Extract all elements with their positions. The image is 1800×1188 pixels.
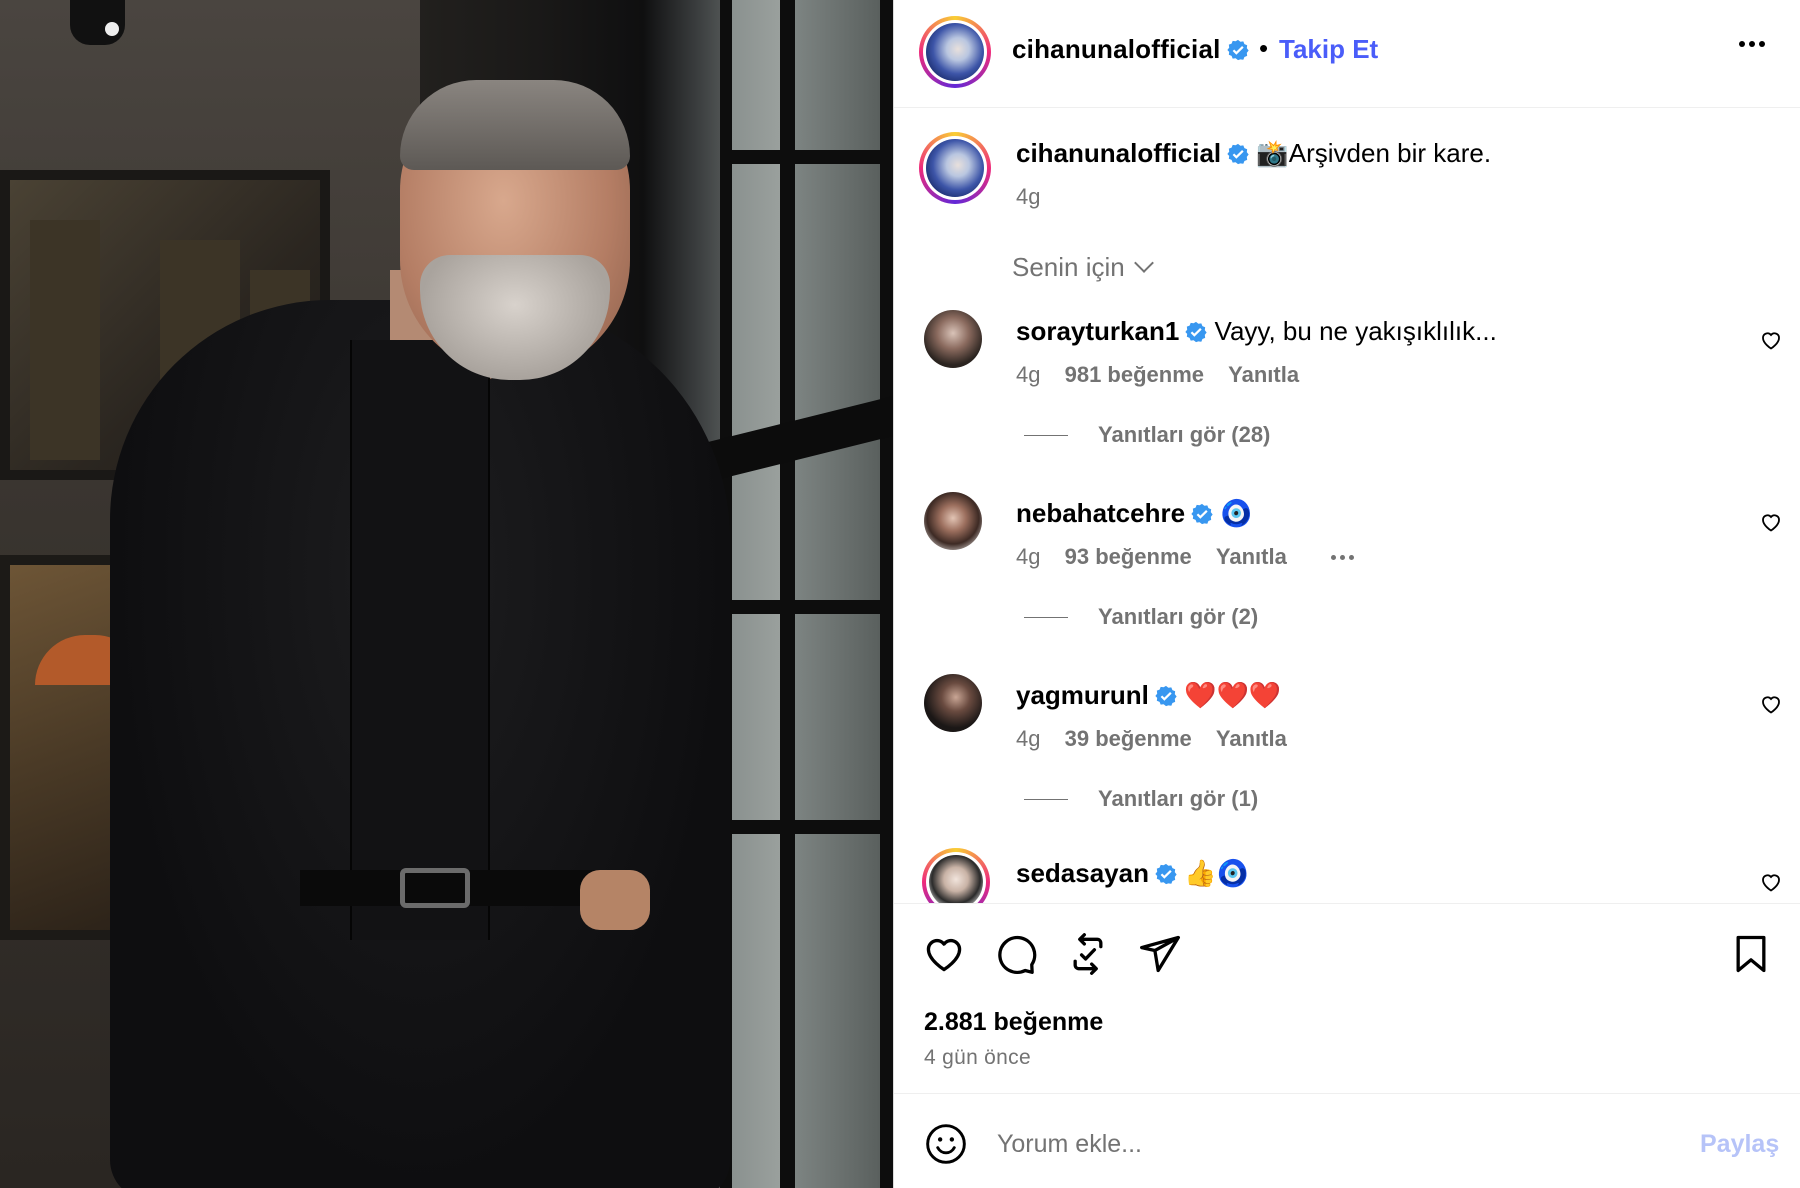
comment-composer: Paylaş [894,1093,1800,1188]
photo-person [100,40,740,1188]
comment-meta: 4g 93 beğenme Yanıtla [1016,544,1376,570]
photo-window-bar [720,600,893,614]
comment-like-icon[interactable] [1759,510,1783,534]
comment-text: sorayturkan1 Vayy, bu ne yakışıklılık... [1016,316,1497,347]
comment-like-icon[interactable] [1759,692,1783,716]
comment-text: yagmurunl ❤️❤️❤️ [1016,680,1281,711]
view-replies-label[interactable]: Yanıtları gör (28) [1098,422,1270,447]
author-avatar[interactable] [919,16,991,88]
author-username-text[interactable]: cihanunalofficial [1012,34,1221,64]
post-dialog: cihanunalofficial • Takip Et cihanunalof… [0,0,1800,1188]
view-replies-label[interactable]: Yanıtları gör (1) [1098,786,1258,811]
replies-divider [1024,435,1068,436]
emoji-icon[interactable] [924,1122,968,1166]
comment-filter-dropdown[interactable]: Senin için [1012,252,1154,283]
more-options-icon[interactable] [1739,34,1779,64]
comment-text: sedasayan 👍🧿 [1016,858,1249,889]
comment-icon[interactable] [994,932,1038,976]
comment-filter-label[interactable]: Senin için [1012,252,1125,282]
commenter-username[interactable]: yagmurunl [1016,680,1149,710]
photo-window-bar [720,150,893,164]
like-icon[interactable] [922,932,966,976]
comment-text: nebahatcehre 🧿 [1016,498,1253,529]
caption-username[interactable]: cihanunalofficial [1016,138,1221,168]
comments-list[interactable]: cihanunalofficial 📸Arşivden bir kare. 4g… [894,108,1800,903]
reply-button[interactable]: Yanıtla [1216,726,1287,751]
comment-likes[interactable]: 39 beğenme [1065,726,1192,751]
verified-badge-icon [1226,39,1249,61]
photo-ceiling-lamp [70,0,125,45]
follow-button[interactable]: Takip Et [1279,34,1378,65]
save-bookmark-icon[interactable] [1729,932,1773,976]
caption-text: Arşivden bir kare. [1288,138,1492,168]
post-date[interactable]: 4 gün önce [924,1046,1031,1070]
verified-badge-icon [1185,321,1207,343]
comment-meta: 4g 39 beğenme Yanıtla [1016,726,1305,752]
comment-body: Vayy, bu ne yakışıklılık... [1214,316,1497,346]
commenter-username[interactable]: sedasayan [1016,858,1149,888]
verified-badge-icon [1191,503,1213,525]
author-username[interactable]: cihanunalofficial [1012,34,1249,65]
comment-options-icon[interactable] [1330,544,1358,570]
comment-meta: 4g 981 beğenme Yanıtla [1016,362,1317,388]
comment-item: nebahatcehre 🧿 4g 93 beğenme Yanıtla Yan… [894,492,1800,672]
share-icon[interactable] [1138,932,1182,976]
view-replies-button[interactable]: Yanıtları gör (2) [1024,604,1258,630]
commenter-username[interactable]: nebahatcehre [1016,498,1185,528]
verified-badge-icon [1155,685,1177,707]
post-header: cihanunalofficial • Takip Et [894,0,1800,108]
post-like-count[interactable]: 2.881 beğenme [924,1008,1103,1037]
comment-input[interactable] [997,1122,1637,1166]
repost-icon[interactable] [1066,932,1110,976]
commenter-avatar[interactable] [924,674,982,732]
comment-likes[interactable]: 981 beğenme [1065,362,1204,387]
view-replies-button[interactable]: Yanıtları gör (28) [1024,422,1270,448]
comment-time[interactable]: 4g [1016,362,1040,387]
replies-divider [1024,617,1068,618]
reply-button[interactable]: Yanıtla [1228,362,1299,387]
post-actions: 2.881 beğenme 4 gün önce [894,903,1800,1093]
comment-body: ❤️❤️❤️ [1184,680,1282,710]
comment-body: 🧿 [1220,498,1253,528]
comment-body: 👍🧿 [1184,858,1249,888]
photo-window-bar [720,820,893,834]
caption-emoji: 📸 [1256,138,1289,168]
commenter-username[interactable]: sorayturkan1 [1016,316,1179,346]
chevron-down-icon [1133,253,1154,273]
commenter-avatar[interactable] [924,492,982,550]
caption-author-avatar[interactable] [919,132,991,204]
verified-badge-icon [1155,863,1177,885]
comment-like-icon[interactable] [1759,870,1783,894]
post-comment-button[interactable]: Paylaş [1700,1130,1779,1159]
caption-timestamp[interactable]: 4g [1016,184,1040,210]
comment-like-icon[interactable] [1759,328,1783,352]
photo-window [720,0,893,1188]
view-replies-label[interactable]: Yanıtları gör (2) [1098,604,1258,629]
header-separator: • [1259,33,1269,63]
comment-likes[interactable]: 93 beğenme [1065,544,1192,569]
post-photo[interactable] [0,0,893,1188]
reply-button[interactable]: Yanıtla [1216,544,1287,569]
view-replies-button[interactable]: Yanıtları gör (1) [1024,786,1258,812]
comment-item: yagmurunl ❤️❤️❤️ 4g 39 beğenme Yanıtla Y… [894,674,1800,854]
comment-time[interactable]: 4g [1016,544,1040,569]
comment-item: sorayturkan1 Vayy, bu ne yakışıklılık...… [894,310,1800,490]
verified-badge-icon [1227,143,1249,165]
post-side-panel: cihanunalofficial • Takip Et cihanunalof… [893,0,1800,1188]
commenter-avatar[interactable] [922,848,990,903]
comment-item: sedasayan 👍🧿 [894,848,1800,903]
commenter-avatar[interactable] [924,310,982,368]
comment-time[interactable]: 4g [1016,726,1040,751]
replies-divider [1024,799,1068,800]
post-caption: cihanunalofficial 📸Arşivden bir kare. [1016,138,1491,169]
